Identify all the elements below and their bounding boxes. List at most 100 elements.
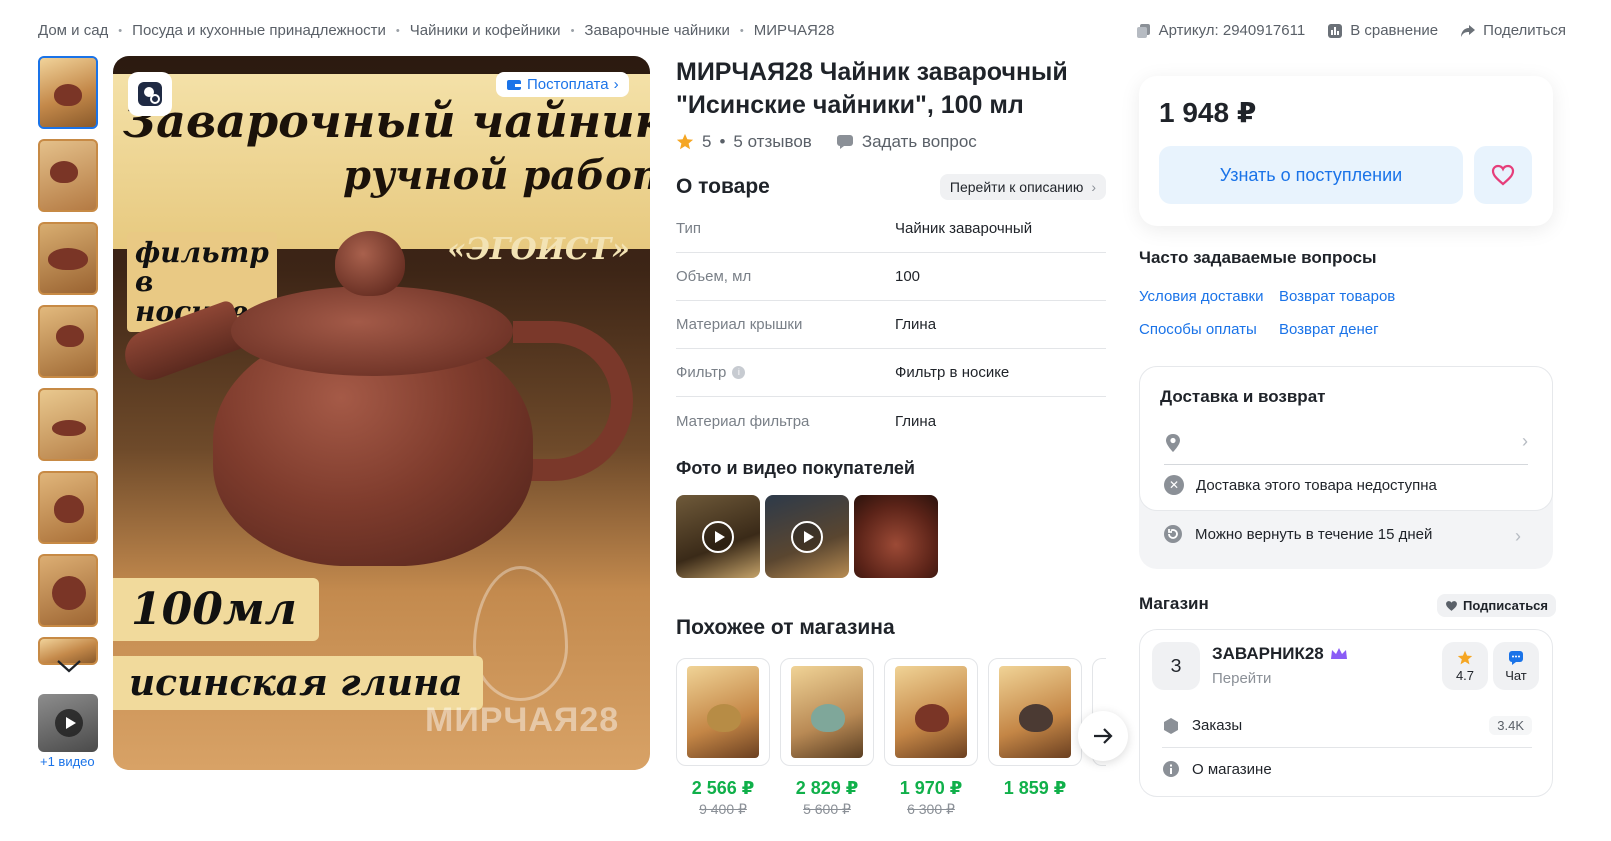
return-icon bbox=[1164, 525, 1182, 543]
chevron-right-icon: › bbox=[1515, 526, 1521, 546]
faq-link-refund[interactable]: Возврат денег bbox=[1279, 321, 1429, 338]
article-number: Артикул: 2940917611 bbox=[1158, 22, 1306, 39]
chevron-right-icon: › bbox=[613, 76, 619, 93]
thumbnail[interactable] bbox=[38, 139, 98, 212]
product-price: 1 859 ₽ bbox=[1003, 778, 1067, 798]
video-thumbnail[interactable] bbox=[38, 694, 98, 752]
faq-link-delivery[interactable]: Условия доставки bbox=[1139, 288, 1279, 305]
image-watermark: МИРЧАЯ28 bbox=[425, 701, 620, 739]
similar-from-shop-heading: Похожее от магазина bbox=[676, 616, 895, 639]
reviews-link[interactable]: 5 отзывов bbox=[733, 132, 811, 152]
product-price: 1 948 ₽ bbox=[1159, 97, 1257, 128]
thumbnail[interactable] bbox=[38, 554, 98, 627]
similar-product-card[interactable]: 1 859 ₽ bbox=[988, 658, 1082, 818]
faq-links: Условия доставки Возврат товаров Способы… bbox=[1139, 288, 1429, 338]
product-thumbnail bbox=[791, 666, 863, 758]
shop-rating[interactable]: 4.7 bbox=[1442, 642, 1488, 690]
breadcrumb: Дом и сад • Посуда и кухонные принадлежно… bbox=[38, 22, 835, 39]
shop-card: З ЗАВАРНИК28 Перейти 4.7 Чат Заказы 3.4K… bbox=[1139, 629, 1553, 797]
product-thumbnail bbox=[687, 666, 759, 758]
postpay-badge[interactable]: Постоплата › bbox=[496, 72, 629, 97]
customer-video[interactable] bbox=[765, 495, 849, 578]
main-product-image[interactable]: Заварочный чайник ручной работы фильтр в… bbox=[113, 56, 650, 770]
compare-button[interactable]: В сравнение bbox=[1327, 22, 1438, 39]
thumbnail-strip bbox=[38, 56, 98, 675]
similar-product-card[interactable]: 2 566 ₽ 9 400 ₽ bbox=[676, 658, 770, 818]
ask-question-button[interactable]: Задать вопрос bbox=[836, 132, 977, 152]
return-policy-row[interactable]: Можно вернуть в течение 15 дней bbox=[1163, 524, 1432, 544]
spec-key: Материал крышки bbox=[676, 316, 803, 333]
customer-photo[interactable] bbox=[854, 495, 938, 578]
share-label: Поделиться bbox=[1483, 22, 1566, 39]
product-price: 2 566 ₽ bbox=[691, 778, 755, 798]
breadcrumb-item-brand[interactable]: МИРЧАЯ28 bbox=[754, 22, 835, 39]
info-icon bbox=[1163, 761, 1179, 777]
shop-go-link[interactable]: Перейти bbox=[1212, 670, 1271, 687]
delivery-unavailable-text: Доставка этого товара недоступна bbox=[1196, 476, 1437, 494]
play-icon bbox=[791, 521, 823, 553]
teapot-lid bbox=[231, 286, 513, 376]
product-old-price: 5 600 ₽ bbox=[803, 801, 851, 817]
spec-value: Фильтр в носике bbox=[895, 364, 1010, 381]
share-button[interactable]: Поделиться bbox=[1460, 22, 1566, 39]
spec-row: Тип Чайник заварочный bbox=[676, 205, 1106, 253]
about-product-header: О товаре Перейти к описанию › bbox=[676, 174, 1106, 200]
thumbnail[interactable] bbox=[38, 471, 98, 544]
article-copy[interactable]: Артикул: 2940917611 bbox=[1136, 22, 1306, 39]
thumbnail[interactable] bbox=[38, 222, 98, 295]
customer-video[interactable] bbox=[676, 495, 760, 578]
similar-product-card[interactable]: 2 829 ₽ 5 600 ₽ bbox=[780, 658, 874, 818]
chevron-down-icon[interactable] bbox=[55, 656, 83, 676]
product-old-price: 9 400 ₽ bbox=[699, 801, 747, 817]
faq-heading: Часто задаваемые вопросы bbox=[1139, 248, 1377, 267]
shop-chat-button[interactable]: Чат bbox=[1493, 642, 1539, 690]
favorite-button[interactable] bbox=[1474, 146, 1532, 204]
breadcrumb-item-teapots[interactable]: Заварочные чайники bbox=[584, 22, 729, 39]
return-policy-text: Можно вернуть в течение 15 дней bbox=[1195, 525, 1433, 543]
customer-photos bbox=[676, 495, 938, 578]
compare-label: В сравнение bbox=[1350, 22, 1439, 39]
video-count-label[interactable]: +1 видео bbox=[40, 754, 95, 769]
breadcrumb-item-dishes[interactable]: Посуда и кухонные принадлежности bbox=[132, 22, 386, 39]
delivery-address-row[interactable]: › bbox=[1164, 431, 1528, 465]
buy-card: 1 948 ₽ Узнать о поступлении bbox=[1139, 76, 1553, 226]
leaf-watermark-icon bbox=[473, 566, 568, 701]
go-to-description-button[interactable]: Перейти к описанию › bbox=[939, 174, 1106, 200]
thumbnail[interactable] bbox=[38, 56, 98, 129]
breadcrumb-separator: • bbox=[395, 24, 400, 37]
breadcrumb-item-home-garden[interactable]: Дом и сад bbox=[38, 22, 108, 39]
breadcrumb-item-kettles[interactable]: Чайники и кофейники bbox=[410, 22, 561, 39]
product-old-price: 6 300 ₽ bbox=[907, 801, 955, 817]
go-to-description-label: Перейти к описанию bbox=[949, 179, 1084, 195]
subscribe-button[interactable]: Подписаться bbox=[1437, 594, 1557, 617]
image-search-button[interactable] bbox=[128, 72, 172, 116]
subscribe-label: Подписаться bbox=[1463, 598, 1549, 613]
spec-value: Глина bbox=[895, 316, 937, 333]
spec-value: 100 bbox=[895, 268, 921, 285]
faq-link-returns[interactable]: Возврат товаров bbox=[1279, 288, 1429, 305]
info-icon[interactable]: i bbox=[732, 366, 746, 379]
unavailable-icon: ✕ bbox=[1164, 475, 1184, 495]
spec-row: Фильтр i Фильтр в носике bbox=[676, 349, 1106, 397]
breadcrumb-separator: • bbox=[570, 24, 575, 37]
delivery-unavailable: ✕ Доставка этого товара недоступна bbox=[1164, 475, 1437, 495]
rating-dot: • bbox=[719, 132, 726, 151]
heart-icon bbox=[1446, 600, 1457, 611]
shop-name-row[interactable]: ЗАВАРНИК28 bbox=[1212, 644, 1348, 664]
shop-avatar[interactable]: З bbox=[1152, 642, 1200, 690]
customer-photos-heading: Фото и видео покупателей bbox=[676, 458, 915, 478]
faq-link-payment[interactable]: Способы оплаты bbox=[1139, 321, 1279, 338]
delivery-heading: Доставка и возврат bbox=[1160, 387, 1326, 406]
about-shop-link[interactable]: О магазине bbox=[1162, 760, 1272, 778]
about-shop-label: О магазине bbox=[1192, 760, 1272, 778]
notify-availability-button[interactable]: Узнать о поступлении bbox=[1159, 146, 1463, 204]
similar-next-button[interactable] bbox=[1078, 711, 1128, 761]
product-thumbnail bbox=[895, 666, 967, 758]
arrow-right-icon bbox=[1094, 728, 1113, 744]
thumbnail[interactable] bbox=[38, 305, 98, 378]
shop-rating-value: 4.7 bbox=[1455, 668, 1475, 683]
similar-product-card[interactable]: 1 970 ₽ 6 300 ₽ bbox=[884, 658, 978, 818]
rating-value: 5 bbox=[702, 132, 712, 151]
thumbnail[interactable] bbox=[38, 388, 98, 461]
product-top-actions: Артикул: 2940917611 В сравнение Поделить… bbox=[1136, 22, 1566, 39]
